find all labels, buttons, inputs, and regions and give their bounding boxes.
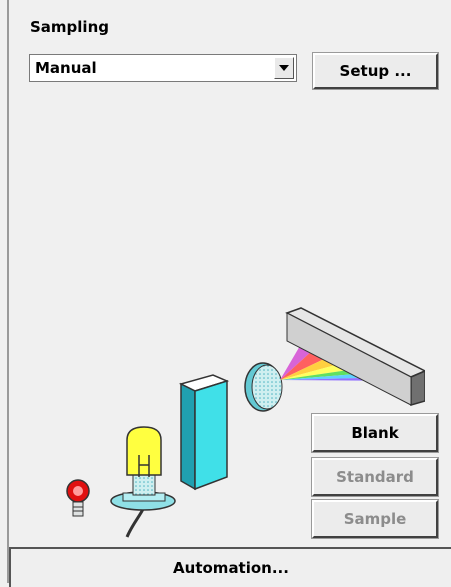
chevron-down-icon [279, 65, 289, 71]
standard-button[interactable]: Standard [311, 457, 439, 497]
panel-left-border [0, 0, 9, 583]
sampling-title: Sampling [30, 18, 109, 36]
dropdown-button[interactable] [274, 57, 294, 79]
setup-button[interactable]: Setup ... [312, 52, 439, 90]
sampling-mode-value: Manual [35, 59, 97, 77]
sampling-mode-select[interactable]: Manual [29, 54, 297, 82]
automation-button[interactable]: Automation... [9, 547, 451, 587]
cuvette-icon [178, 374, 230, 491]
blank-button[interactable]: Blank [311, 413, 439, 453]
red-lamp-icon [66, 479, 90, 517]
sample-button[interactable]: Sample [311, 499, 439, 539]
lens-icon [244, 362, 283, 412]
light-source-lamp-icon [110, 426, 176, 538]
